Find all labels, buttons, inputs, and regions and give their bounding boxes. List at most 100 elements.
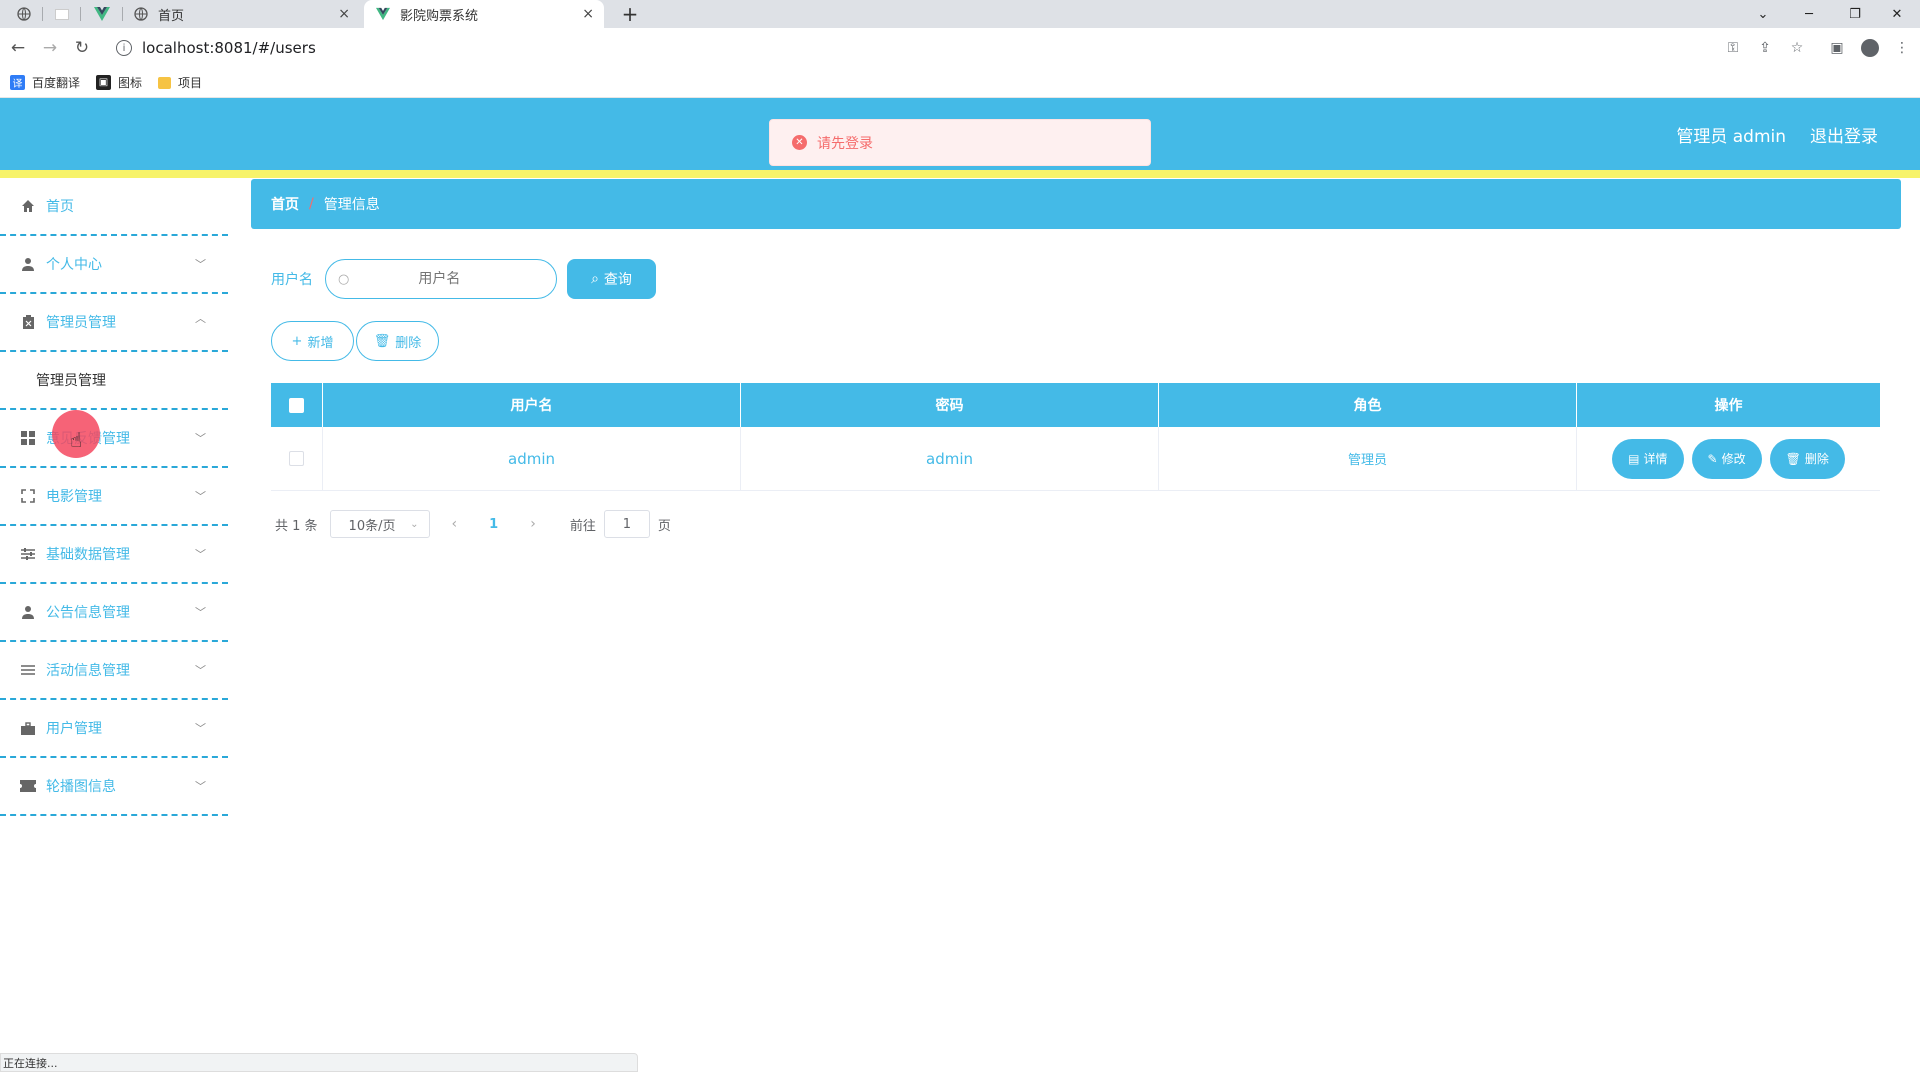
tab-search-button[interactable]: ⌄	[1740, 0, 1786, 28]
sidebar-item-movie-management[interactable]: 电影管理 ﹀	[0, 468, 228, 526]
forward-button[interactable]: →	[38, 36, 62, 60]
query-button[interactable]: ⌕ 查询	[567, 259, 656, 299]
sidebar-item-basic-data-management[interactable]: 基础数据管理 ﹀	[0, 526, 228, 584]
browser-status-bar: 正在连接...	[0, 1053, 638, 1072]
close-tab-icon[interactable]: ×	[338, 6, 350, 22]
row-select-cell	[271, 427, 323, 490]
back-button[interactable]: ←	[6, 36, 30, 60]
sidebar-subitem-label: 管理员管理	[36, 373, 106, 389]
reload-icon: ↻	[74, 38, 90, 58]
password-key-button[interactable]: ⚿	[1723, 38, 1743, 58]
breadcrumb-separator: /	[309, 196, 314, 212]
sidebar-item-feedback-management[interactable]: 意见反馈管理 ﹀	[0, 410, 228, 468]
chevron-right-icon: ›	[530, 516, 536, 532]
close-tab-icon[interactable]: ×	[582, 6, 594, 22]
breadcrumb-home[interactable]: 首页	[271, 194, 299, 214]
browser-menu-button[interactable]: ⋮	[1892, 38, 1912, 58]
delete-button-label: 删除	[395, 335, 422, 351]
url-field[interactable]: i localhost:8081/#/users	[106, 33, 1706, 63]
add-button[interactable]: + 新增	[271, 321, 354, 361]
chevron-down-icon: ﹀	[195, 664, 206, 677]
chevron-down-icon: ﹀	[195, 606, 206, 619]
bookmark-label: 百度翻译	[32, 76, 81, 90]
document-icon: ▤	[1628, 451, 1640, 466]
header-user-area: 管理员 admin 退出登录	[1676, 122, 1878, 147]
pinned-tab-globe[interactable]	[14, 4, 34, 24]
sidebar-item-notice-management[interactable]: 公告信息管理 ﹀	[0, 584, 228, 642]
info-icon: i	[116, 40, 132, 56]
restore-icon: ❐	[1849, 6, 1861, 22]
bookmark-folder-project[interactable]: 项目	[158, 74, 202, 91]
reload-button[interactable]: ↻	[70, 36, 94, 60]
new-tab-button[interactable]: +	[616, 0, 644, 28]
edit-button[interactable]: ✎ 修改	[1691, 438, 1762, 479]
sidebar-item-carousel-info[interactable]: 轮播图信息 ﹀	[0, 758, 228, 816]
sidebar-item-activity-management[interactable]: 活动信息管理 ﹀	[0, 642, 228, 700]
detail-button[interactable]: ▤ 详情	[1612, 438, 1684, 479]
sidebar-subitem-admin-management[interactable]: 管理员管理	[0, 352, 228, 410]
edit-button-label: 修改	[1721, 452, 1746, 466]
pagination: 共 1 条 10条/页 ⌄ ‹ 1 › 前往 1 页	[275, 510, 671, 538]
restore-button[interactable]: ❐	[1832, 0, 1878, 28]
sidebar-item-label: 用户管理	[46, 721, 102, 737]
star-icon: ☆	[1790, 40, 1804, 56]
table-header: 用户名 密码 角色 操作	[271, 383, 1880, 427]
breadcrumb-current: 管理信息	[323, 197, 380, 213]
sidebar-item-label: 活动信息管理	[46, 663, 130, 679]
close-icon: ✕	[1891, 6, 1903, 22]
arrow-left-icon: ←	[10, 38, 26, 58]
row-checkbox[interactable]	[289, 451, 304, 466]
column-header-actions: 操作	[1714, 398, 1743, 414]
profile-button[interactable]	[1860, 38, 1880, 58]
sidebar-menu: 首页 个人中心 ﹀ 管理员管理 ︿ 管理员管理 意见反馈管理 ﹀ 电影管理 ﹀ …	[0, 178, 228, 1058]
bookmark-star-button[interactable]: ☆	[1787, 38, 1807, 58]
tab-home[interactable]: 首页 ×	[126, 0, 360, 28]
list-icon	[20, 662, 36, 678]
close-window-button[interactable]: ✕	[1874, 0, 1920, 28]
header-stripe	[0, 170, 1920, 178]
breadcrumb: 首页 / 管理信息	[251, 179, 1901, 229]
side-panel-button[interactable]: ▣	[1827, 38, 1847, 58]
cell-role: 管理员	[1159, 427, 1577, 490]
tab-separator	[42, 7, 43, 21]
table-row: admin admin 管理员 ▤ 详情 ✎ 修改 🗑 删除	[271, 427, 1880, 491]
sidebar-item-admin-management[interactable]: 管理员管理 ︿	[0, 294, 228, 352]
pinned-tab-blank[interactable]	[52, 4, 72, 24]
error-toast: ✕ 请先登录	[769, 119, 1151, 166]
trash-icon: 🗑	[373, 333, 391, 349]
vue-logo-icon	[376, 7, 390, 21]
sidebar-item-personal-center[interactable]: 个人中心 ﹀	[0, 236, 228, 294]
home-icon	[20, 198, 36, 214]
search-icon: ○	[338, 271, 350, 287]
chevron-up-icon: ︿	[195, 312, 206, 325]
share-icon: ⇪	[1759, 40, 1771, 56]
next-page-button[interactable]: ›	[530, 516, 536, 532]
sidebar-item-label: 首页	[46, 199, 74, 215]
prev-page-button[interactable]: ‹	[452, 516, 458, 532]
sidebar-item-home[interactable]: 首页	[0, 178, 228, 236]
search-icon: ⌕	[591, 271, 599, 287]
ticket-icon	[20, 778, 36, 794]
bookmark-label: 项目	[178, 76, 203, 90]
bookmark-baidu-translate[interactable]: 译 百度翻译	[10, 74, 80, 91]
search-label: 用户名	[271, 272, 313, 288]
batch-delete-button[interactable]: 🗑 删除	[356, 321, 439, 361]
bookmark-icons[interactable]: ▣ 图标	[96, 74, 142, 91]
page-size-select[interactable]: 10条/页 ⌄	[329, 510, 430, 538]
clipboard-icon	[20, 314, 36, 330]
query-button-label: 查询	[603, 272, 632, 288]
pinned-tab-vue[interactable]	[92, 4, 112, 24]
username-search-input[interactable]	[349, 271, 530, 287]
minimize-button[interactable]: ─	[1786, 0, 1832, 28]
goto-page-input[interactable]: 1	[603, 510, 650, 538]
folder-icon	[158, 76, 172, 89]
sidebar-item-user-management[interactable]: 用户管理 ﹀	[0, 700, 228, 758]
row-delete-button[interactable]: 🗑 删除	[1769, 438, 1845, 479]
share-button[interactable]: ⇪	[1755, 38, 1775, 58]
logout-link[interactable]: 退出登录	[1810, 122, 1878, 147]
goto-prefix: 前往	[569, 518, 596, 534]
current-page-number[interactable]: 1	[489, 517, 498, 532]
username-search-field[interactable]: ○	[325, 259, 557, 299]
select-all-checkbox[interactable]	[289, 397, 304, 413]
tab-cinema-system[interactable]: 影院购票系统 ×	[364, 0, 604, 28]
